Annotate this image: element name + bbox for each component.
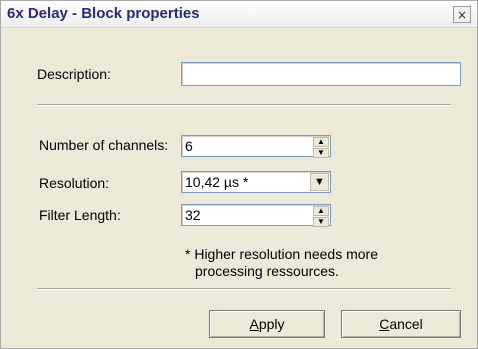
title-bar[interactable]: 6x Delay - Block properties × (1, 1, 477, 28)
channels-value: 6 (185, 138, 193, 154)
close-button[interactable]: × (453, 6, 471, 23)
spin-up-icon[interactable]: ▲ (313, 206, 329, 216)
resolution-note: * Higher resolution needs more processin… (185, 246, 378, 280)
resolution-value: 10,42 µs * (185, 174, 249, 190)
spin-down-icon[interactable]: ▼ (313, 148, 329, 158)
filter-length-spin-buttons[interactable]: ▲ ▼ (313, 206, 329, 227)
dropdown-arrow-icon[interactable]: ▼ (310, 173, 329, 191)
cancel-button[interactable]: Cancel (341, 310, 461, 338)
spin-up-icon[interactable]: ▲ (313, 137, 329, 147)
apply-button[interactable]: Apply (209, 310, 325, 338)
channels-spinbox[interactable]: 6 ▲ ▼ (181, 135, 331, 158)
resolution-dropdown[interactable]: 10,42 µs * ▼ (181, 171, 331, 193)
channels-spin-buttons[interactable]: ▲ ▼ (313, 137, 329, 158)
spin-down-icon[interactable]: ▼ (313, 217, 329, 227)
description-input[interactable] (181, 62, 461, 86)
filter-length-spinbox[interactable]: 32 ▲ ▼ (181, 204, 331, 227)
divider-top (37, 104, 451, 106)
channels-label: Number of channels: (39, 137, 169, 153)
description-label: Description: (37, 66, 111, 82)
note-line-1: * Higher resolution needs more (185, 246, 378, 262)
close-icon: × (456, 7, 468, 22)
filter-length-label: Filter Length: (39, 207, 121, 223)
dialog-window: 6x Delay - Block properties × Descriptio… (0, 0, 478, 349)
window-title: 6x Delay - Block properties (7, 5, 200, 22)
resolution-label: Resolution: (39, 175, 110, 191)
filter-length-value: 32 (185, 207, 201, 223)
note-line-2: processing ressources. (195, 263, 339, 279)
divider-bottom (37, 288, 451, 290)
